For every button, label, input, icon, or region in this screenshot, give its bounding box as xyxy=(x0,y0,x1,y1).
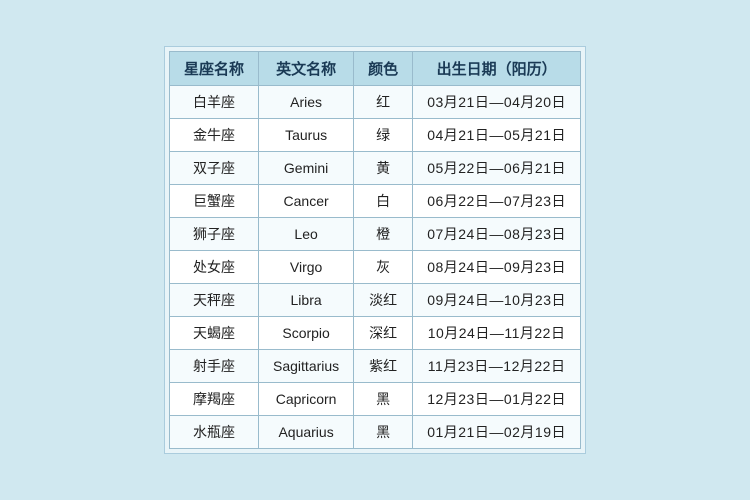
date-range: 05月22日—06月21日 xyxy=(413,152,581,185)
chinese-name: 白羊座 xyxy=(170,86,259,119)
color-name: 黑 xyxy=(354,383,413,416)
date-range: 09月24日—10月23日 xyxy=(413,284,581,317)
chinese-name: 双子座 xyxy=(170,152,259,185)
chinese-name: 处女座 xyxy=(170,251,259,284)
chinese-name: 巨蟹座 xyxy=(170,185,259,218)
chinese-name: 天蝎座 xyxy=(170,317,259,350)
table-row: 狮子座Leo橙07月24日—08月23日 xyxy=(170,218,581,251)
date-range: 06月22日—07月23日 xyxy=(413,185,581,218)
english-name: Gemini xyxy=(259,152,354,185)
color-name: 白 xyxy=(354,185,413,218)
color-name: 绿 xyxy=(354,119,413,152)
table-row: 水瓶座Aquarius黑01月21日—02月19日 xyxy=(170,416,581,449)
header-color: 颜色 xyxy=(354,52,413,86)
zodiac-table: 星座名称 英文名称 颜色 出生日期（阳历） 白羊座Aries红03月21日—04… xyxy=(169,51,581,449)
date-range: 03月21日—04月20日 xyxy=(413,86,581,119)
color-name: 深红 xyxy=(354,317,413,350)
chinese-name: 天秤座 xyxy=(170,284,259,317)
table-row: 双子座Gemini黄05月22日—06月21日 xyxy=(170,152,581,185)
date-range: 07月24日—08月23日 xyxy=(413,218,581,251)
date-range: 01月21日—02月19日 xyxy=(413,416,581,449)
color-name: 黄 xyxy=(354,152,413,185)
table-row: 天秤座Libra淡红09月24日—10月23日 xyxy=(170,284,581,317)
date-range: 11月23日—12月22日 xyxy=(413,350,581,383)
color-name: 黑 xyxy=(354,416,413,449)
table-header-row: 星座名称 英文名称 颜色 出生日期（阳历） xyxy=(170,52,581,86)
english-name: Leo xyxy=(259,218,354,251)
chinese-name: 摩羯座 xyxy=(170,383,259,416)
header-english-name: 英文名称 xyxy=(259,52,354,86)
table-row: 处女座Virgo灰08月24日—09月23日 xyxy=(170,251,581,284)
zodiac-table-container: 星座名称 英文名称 颜色 出生日期（阳历） 白羊座Aries红03月21日—04… xyxy=(164,46,586,454)
chinese-name: 水瓶座 xyxy=(170,416,259,449)
date-range: 08月24日—09月23日 xyxy=(413,251,581,284)
color-name: 红 xyxy=(354,86,413,119)
table-row: 射手座Sagittarius紫红11月23日—12月22日 xyxy=(170,350,581,383)
color-name: 灰 xyxy=(354,251,413,284)
english-name: Aries xyxy=(259,86,354,119)
date-range: 04月21日—05月21日 xyxy=(413,119,581,152)
table-row: 金牛座Taurus绿04月21日—05月21日 xyxy=(170,119,581,152)
header-chinese-name: 星座名称 xyxy=(170,52,259,86)
english-name: Taurus xyxy=(259,119,354,152)
english-name: Cancer xyxy=(259,185,354,218)
english-name: Scorpio xyxy=(259,317,354,350)
header-birthdate: 出生日期（阳历） xyxy=(413,52,581,86)
date-range: 12月23日—01月22日 xyxy=(413,383,581,416)
date-range: 10月24日—11月22日 xyxy=(413,317,581,350)
english-name: Capricorn xyxy=(259,383,354,416)
english-name: Libra xyxy=(259,284,354,317)
color-name: 淡红 xyxy=(354,284,413,317)
table-row: 白羊座Aries红03月21日—04月20日 xyxy=(170,86,581,119)
english-name: Sagittarius xyxy=(259,350,354,383)
chinese-name: 狮子座 xyxy=(170,218,259,251)
chinese-name: 金牛座 xyxy=(170,119,259,152)
table-row: 摩羯座Capricorn黑12月23日—01月22日 xyxy=(170,383,581,416)
table-row: 天蝎座Scorpio深红10月24日—11月22日 xyxy=(170,317,581,350)
english-name: Aquarius xyxy=(259,416,354,449)
table-row: 巨蟹座Cancer白06月22日—07月23日 xyxy=(170,185,581,218)
color-name: 橙 xyxy=(354,218,413,251)
english-name: Virgo xyxy=(259,251,354,284)
color-name: 紫红 xyxy=(354,350,413,383)
chinese-name: 射手座 xyxy=(170,350,259,383)
